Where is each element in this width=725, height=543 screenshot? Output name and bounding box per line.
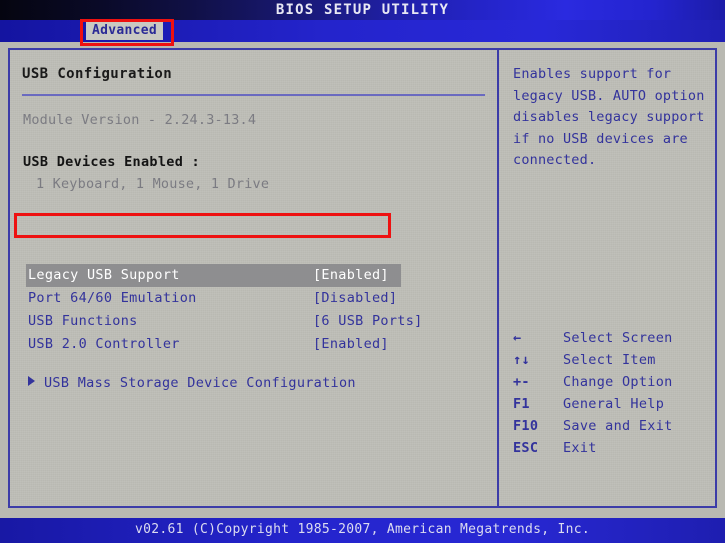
key-glyph: ESC (513, 440, 539, 456)
option-label: Legacy USB Support (28, 267, 180, 283)
footer-bar: v02.61 (C)Copyright 1985-2007, American … (0, 518, 725, 543)
key-legend-row: ↑↓ Select Item (513, 349, 713, 371)
option-label: USB 2.0 Controller (28, 336, 180, 352)
page-title: BIOS SETUP UTILITY (275, 2, 450, 18)
usb-devices-list: 1 Keyboard, 1 Mouse, 1 Drive (36, 176, 270, 192)
option-label: Port 64/60 Emulation (28, 290, 197, 306)
key-description: Save and Exit (563, 418, 673, 434)
option-row[interactable]: USB Functions [6 USB Ports] (10, 310, 497, 333)
key-glyph: F1 (513, 396, 530, 412)
key-legend-row: F1 General Help (513, 393, 713, 415)
key-description: Select Item (563, 352, 656, 368)
content-panel: USB Configuration Module Version - 2.24.… (8, 48, 717, 508)
module-version-text: Module Version - 2.24.3-13.4 (23, 112, 257, 128)
option-label: USB Functions (28, 313, 138, 329)
key-glyph: F10 (513, 418, 539, 434)
key-legend-row: +- Change Option (513, 371, 713, 393)
key-glyph: ↑↓ (513, 352, 530, 368)
option-row[interactable]: USB 2.0 Controller [Enabled] (10, 333, 497, 356)
option-row[interactable]: Legacy USB Support [Enabled] (26, 264, 401, 287)
section-title: USB Configuration (22, 66, 173, 82)
tab-strip: Advanced (0, 20, 725, 42)
option-list: Legacy USB Support [Enabled] Port 64/60 Em… (10, 264, 497, 356)
option-row[interactable]: Port 64/60 Emulation [Disabled] (10, 287, 497, 310)
key-glyph: ← (513, 330, 522, 346)
option-value[interactable]: [Enabled] (313, 264, 389, 287)
submenu-usb-mass-storage[interactable]: USB Mass Storage Device Configuration (28, 375, 356, 391)
key-description: General Help (563, 396, 665, 412)
option-value[interactable]: [Enabled] (313, 333, 389, 356)
triangle-right-icon (28, 376, 35, 386)
bios-setup-screen: BIOS SETUP UTILITY Advanced USB Configur… (0, 0, 725, 543)
key-legend-row: ESC Exit (513, 437, 713, 459)
settings-column: USB Configuration Module Version - 2.24.… (10, 50, 497, 506)
key-glyph: +- (513, 374, 530, 390)
usb-devices-label: USB Devices Enabled : (23, 154, 200, 170)
key-legend-row: ← Select Screen (513, 327, 713, 349)
option-value[interactable]: [6 USB Ports] (313, 310, 423, 333)
submenu-label: USB Mass Storage Device Configuration (44, 375, 356, 391)
option-value[interactable]: [Disabled] (313, 287, 397, 310)
key-legend: ← Select Screen ↑↓ Select Item +- Change Opti… (513, 327, 713, 459)
key-description: Select Screen (563, 330, 673, 346)
title-bar: BIOS SETUP UTILITY (0, 0, 725, 20)
key-description: Change Option (563, 374, 673, 390)
copyright-text: v02.61 (C)Copyright 1985-2007, American … (134, 522, 591, 537)
key-description: Exit (563, 440, 597, 456)
tab-advanced[interactable]: Advanced (86, 22, 164, 40)
help-text: Enables support for legacy USB. AUTO opt… (513, 66, 705, 168)
key-legend-row: F10 Save and Exit (513, 415, 713, 437)
help-column: Enables support for legacy USB. AUTO opt… (499, 50, 715, 506)
section-rule (22, 94, 485, 96)
